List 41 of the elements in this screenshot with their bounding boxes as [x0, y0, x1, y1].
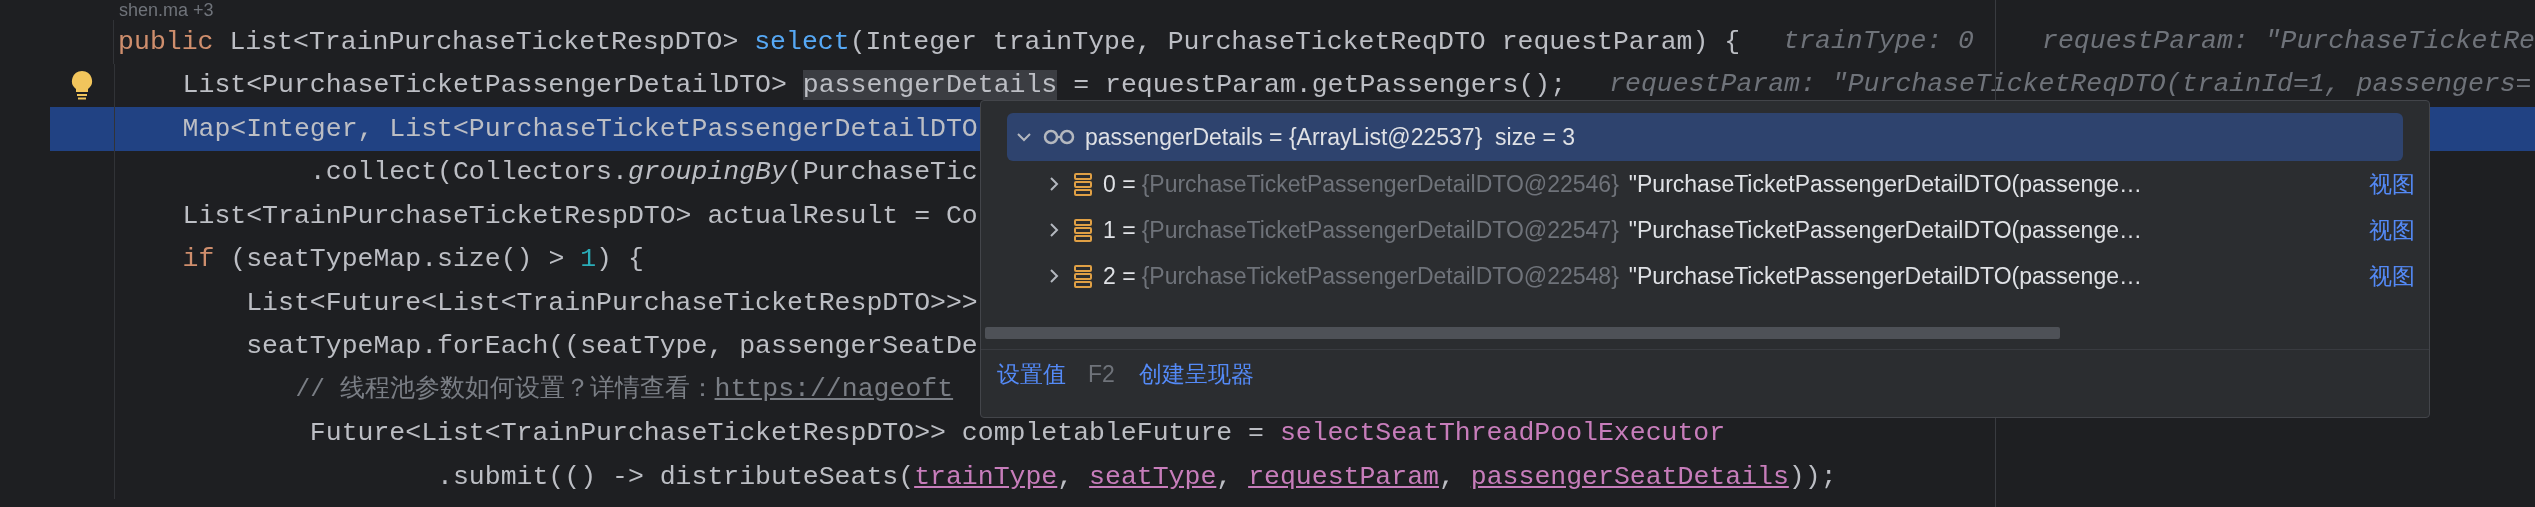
list-item-icon	[1073, 172, 1093, 196]
object-value: "PurchaseTicketPassengerDetailDTO(passenge…	[1628, 215, 2143, 245]
item-index: 2 =	[1103, 261, 1136, 291]
code-line: List<TrainPurchaseTicketRespDTO> actualResult = Co	[181, 199, 978, 232]
view-link[interactable]: 视图	[2369, 258, 2415, 294]
item-index: 0 =	[1103, 169, 1136, 199]
view-link[interactable]: 视图	[2369, 212, 2415, 248]
action-link[interactable]: 设置值	[997, 357, 1066, 392]
code-line: seatTypeMap.forEach((seatType, passengerSeatDe	[245, 330, 978, 363]
tree-row[interactable]: 0 = {PurchaseTicketPassengerDetailDTO@22546} "PurchaseTicketPassengerDetailDTO(passenge… 视图	[1045, 161, 2415, 207]
view-link[interactable]: 视图	[2369, 166, 2415, 202]
lightbulb-icon[interactable]	[71, 70, 93, 101]
code-line: .collect(Collectors.groupingBy(PurchaseTic	[308, 156, 978, 189]
tree-row[interactable]: passengerDetails = {ArrayList@22537} size = 3	[1007, 113, 2403, 161]
variable-text: passengerDetails = {ArrayList@22537} size = 3	[1085, 122, 1576, 152]
tree-row[interactable]: 2 = {PurchaseTicketPassengerDetailDTO@22548} "PurchaseTicketPassengerDetailDTO(passenge… 视图	[1045, 253, 2415, 299]
action-link[interactable]: 创建呈现器	[1138, 357, 1254, 392]
object-value: "PurchaseTicketPassengerDetailDTO(passenge…	[1628, 169, 2143, 199]
object-reference: {PurchaseTicketPassengerDetailDTO@22546}	[1141, 169, 1619, 199]
object-value: "PurchaseTicketPassengerDetailDTO(passenge…	[1628, 261, 2143, 291]
object-reference: {PurchaseTicketPassengerDetailDTO@22547}	[1141, 215, 1619, 245]
object-reference: {PurchaseTicketPassengerDetailDTO@22548}	[1141, 261, 1619, 291]
list-item-icon	[1073, 218, 1093, 242]
author-hint: shen.ma +3	[119, 1, 214, 19]
list-item-icon	[1073, 264, 1093, 288]
inline-hint: trainType: 0	[1783, 24, 1974, 58]
code-line: Map<Integer, List<PurchaseTicketPassengerDetailDTO	[181, 112, 978, 145]
tree-row[interactable]: 1 = {PurchaseTicketPassengerDetailDTO@22547} "PurchaseTicketPassengerDetailDTO(passenge… 视图	[1045, 207, 2415, 253]
inline-hint: requestParam: "PurchaseTicketReqDTO(trainId=1, passengers=	[1609, 68, 2532, 102]
code-line: List<Future<List<TrainPurchaseTicketRespDTO>>>	[245, 286, 978, 319]
item-index: 1 =	[1103, 215, 1136, 245]
glasses-icon	[1043, 129, 1075, 145]
shortcut-text: F2	[1088, 360, 1115, 390]
scrollbar[interactable]	[985, 327, 2060, 339]
code-line: .submit(() -> distributeSeats(trainType, seatType, requestParam, passengerSeatDetails));	[436, 460, 1837, 493]
code-line: // 线程池参数如何设置？详情查看：https://nageoft	[294, 373, 954, 407]
code-line: public List<TrainPurchaseTicketRespDTO> select(Integer trainType, PurchaseTicketReqDTO requestParam) {	[118, 25, 1741, 58]
code-line: Future<List<TrainPurchaseTicketRespDTO>> completableFuture = selectSeatThreadPoolExecutor	[308, 417, 1726, 450]
code-line: if (seatTypeMap.size() > 1) {	[181, 243, 644, 276]
code-line: List<PurchaseTicketPassengerDetailDTO> passengerDetails = requestParam.getPassengers();	[181, 69, 1567, 102]
inline-hint: requestParam: "PurchaseTicketRe	[2042, 24, 2535, 58]
